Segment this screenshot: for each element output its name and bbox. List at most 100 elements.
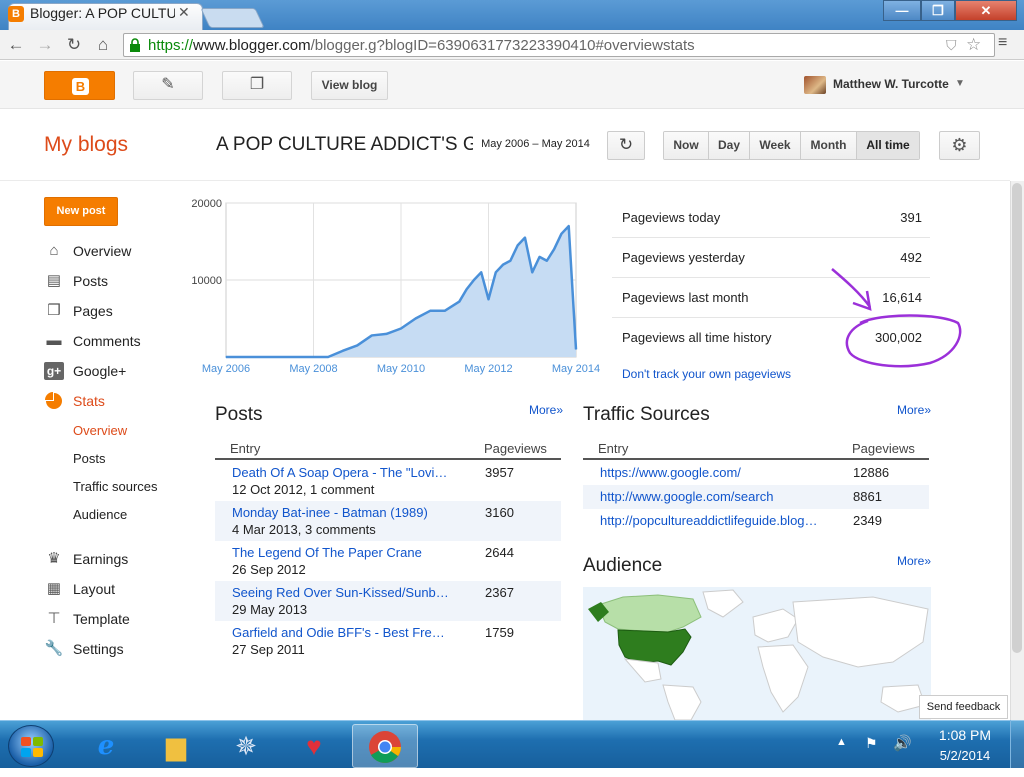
spider-solitaire-icon[interactable]: ✵	[216, 724, 276, 768]
posts-more-link[interactable]: More»	[529, 403, 563, 417]
stat-row: Pageviews today 391	[612, 198, 930, 238]
post-meta: 4 Mar 2013, 3 comments	[232, 522, 376, 537]
posts-icon: ▤	[46, 272, 62, 289]
audience-world-map[interactable]	[583, 587, 931, 720]
settings-gear-button[interactable]: ⚙	[939, 131, 980, 160]
sidebar-item-template[interactable]: ⊤ Template	[44, 609, 129, 629]
stats-sub-overview[interactable]: Overview	[73, 423, 127, 438]
clock-time[interactable]: 1:08 PM	[929, 727, 1001, 743]
scrollbar-thumb[interactable]	[1012, 183, 1022, 653]
hearts-game-icon[interactable]: ♥	[284, 724, 344, 768]
address-bar[interactable]: https://www.blogger.com/blogger.g?blogID…	[123, 33, 995, 57]
pencil-icon: ✎	[161, 76, 175, 93]
internet-explorer-icon[interactable]: e	[76, 724, 136, 768]
tab-close-icon[interactable]: ✕	[178, 4, 190, 21]
stat-label: Pageviews all time history	[622, 330, 772, 345]
post-title-link[interactable]: Monday Bat-inee - Batman (1989)	[232, 505, 450, 520]
chart-data-point	[487, 298, 490, 300]
reload-icon[interactable]: ↻	[62, 33, 86, 57]
range-alltime-button[interactable]: All time	[857, 132, 919, 159]
new-post-button[interactable]: New post	[44, 197, 118, 226]
post-title-link[interactable]: The Legend Of The Paper Crane	[232, 545, 450, 560]
blogger-favicon-icon: B	[8, 6, 24, 22]
view-blog-button[interactable]: View blog	[311, 71, 388, 100]
show-desktop-button[interactable]	[1010, 720, 1024, 768]
dont-track-link[interactable]: Don't track your own pageviews	[622, 367, 791, 381]
chart-data-point	[509, 260, 511, 262]
posts-list-button[interactable]: ❐	[222, 71, 292, 100]
new-tab-button[interactable]	[200, 8, 265, 28]
post-meta: 26 Sep 2012	[232, 562, 306, 577]
source-link[interactable]: http://www.google.com/search	[600, 489, 825, 504]
url-scheme: https://	[148, 37, 194, 54]
chart-y-tick-label: 10000	[191, 275, 222, 287]
sidebar-item-label: Overview	[73, 243, 132, 259]
chart-data-point	[531, 271, 533, 273]
new-post-pencil-button[interactable]: ✎	[133, 71, 203, 100]
traffic-more-link[interactable]: More»	[897, 403, 931, 417]
tray-expand-icon[interactable]: ▲	[836, 736, 847, 748]
post-title-link[interactable]: Seeing Red Over Sun-Kissed/Sunb…	[232, 585, 450, 600]
stats-sub-posts[interactable]: Posts	[73, 451, 106, 466]
col-pageviews: Pageviews	[484, 441, 547, 456]
volume-icon[interactable]: 🔊	[893, 734, 912, 752]
browser-menu-icon[interactable]: ≡	[998, 34, 1018, 52]
source-link[interactable]: http://popcultureaddictlifeguide.blog…	[600, 513, 825, 528]
sidebar-item-pages[interactable]: ❒ Pages	[44, 301, 113, 321]
shield-icon[interactable]: ⛉	[946, 37, 957, 54]
sidebar-item-label: Pages	[73, 303, 113, 319]
chart-data-point	[371, 334, 373, 337]
avatar[interactable]	[804, 76, 826, 94]
sidebar-item-comments[interactable]: ▬ Comments	[44, 331, 141, 351]
sidebar-item-stats[interactable]: Stats	[44, 391, 105, 411]
refresh-button[interactable]: ↻	[607, 131, 645, 160]
clock-date[interactable]: 5/2/2014	[929, 748, 1001, 763]
source-link[interactable]: https://www.google.com/	[600, 465, 825, 480]
my-blogs-link[interactable]: My blogs	[44, 133, 128, 157]
sidebar-item-label: Settings	[73, 641, 124, 657]
send-feedback-button[interactable]: Send feedback	[919, 695, 1008, 719]
range-day-button[interactable]: Day	[709, 132, 750, 159]
maximize-button[interactable]: ❐	[921, 0, 955, 21]
post-meta: 27 Sep 2011	[232, 642, 305, 657]
table-row: https://www.google.com/12886	[583, 461, 929, 485]
col-pageviews: Pageviews	[852, 441, 915, 456]
sidebar-item-earnings[interactable]: ♛ Earnings	[44, 549, 128, 569]
sidebar-item-google-plus[interactable]: g+ Google+	[44, 361, 126, 381]
sidebar-item-overview[interactable]: ⌂ Overview	[44, 241, 131, 261]
network-icon[interactable]: ⚑	[865, 735, 878, 752]
bookmark-star-icon[interactable]: ☆	[966, 35, 981, 55]
forward-arrow-icon[interactable]: →	[33, 33, 57, 57]
browser-toolbar: ← → ↻ ⌂ https://www.blogger.com/blogger.…	[0, 30, 1024, 60]
post-title-link[interactable]: Garfield and Odie BFF's - Best Fre…	[232, 625, 450, 640]
sidebar-item-layout[interactable]: ▦ Layout	[44, 579, 115, 599]
user-name[interactable]: Matthew W. Turcotte	[833, 77, 949, 91]
chevron-down-icon[interactable]: ▼	[955, 78, 965, 89]
audience-more-link[interactable]: More»	[897, 554, 931, 568]
range-now-button[interactable]: Now	[664, 132, 709, 159]
range-month-button[interactable]: Month	[801, 132, 857, 159]
chart-data-point	[560, 233, 563, 235]
sidebar-item-label: Layout	[73, 581, 116, 597]
home-icon[interactable]: ⌂	[91, 33, 115, 57]
comments-icon: ▬	[46, 332, 62, 349]
file-explorer-icon[interactable]: ▆	[146, 724, 206, 768]
chart-y-tick-label: 20000	[191, 198, 222, 210]
stats-sub-audience[interactable]: Audience	[73, 507, 127, 522]
blogger-header: B ✎ ❐ View blog Matthew W. Turcotte ▼	[0, 61, 1024, 109]
stats-sub-traffic-sources[interactable]: Traffic sources	[73, 479, 158, 494]
minimize-button[interactable]: —	[883, 0, 921, 21]
pages-icon: ❒	[47, 302, 61, 319]
back-arrow-icon[interactable]: ←	[4, 33, 28, 57]
close-window-button[interactable]: ✕	[955, 0, 1017, 21]
post-title-link[interactable]: Death Of A Soap Opera - The "Lovi…	[232, 465, 450, 480]
sidebar-item-settings[interactable]: 🔧 Settings	[44, 639, 124, 659]
blogger-logo-button[interactable]: B	[44, 71, 115, 100]
pageviews-chart[interactable]: 20000 10000 May 2006 May 2008 May 2010 May 20…	[180, 192, 610, 382]
post-pageviews: 2367	[485, 585, 514, 600]
sidebar-item-posts[interactable]: ▤ Posts	[44, 271, 108, 291]
range-week-button[interactable]: Week	[750, 132, 801, 159]
posts-section-title: Posts	[215, 404, 263, 425]
chart-data-point	[568, 225, 570, 227]
chrome-taskbar-icon[interactable]	[352, 724, 418, 768]
